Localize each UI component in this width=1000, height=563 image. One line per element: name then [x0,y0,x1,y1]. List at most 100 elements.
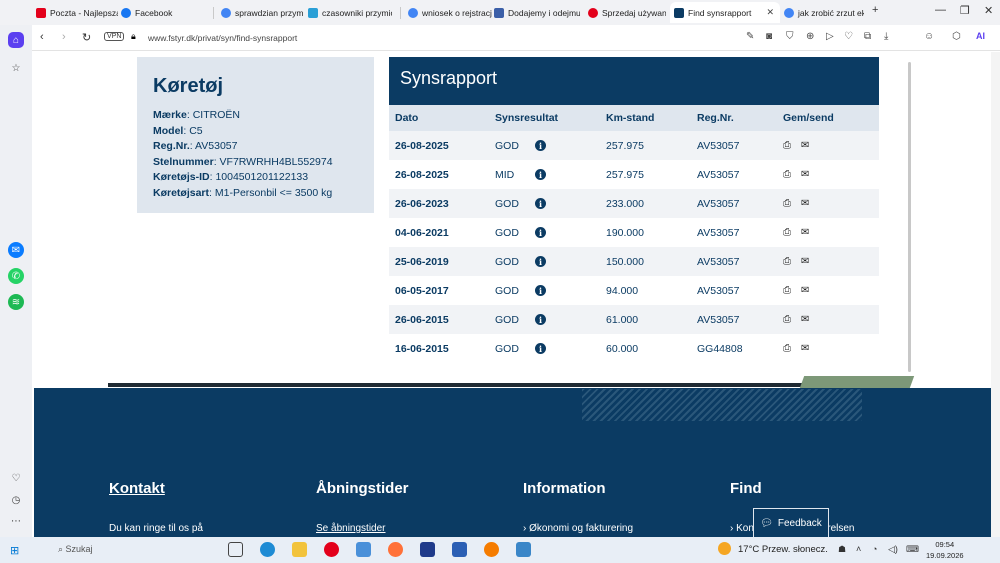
tab-czasowniki[interactable]: czasowniki przymio [308,2,392,23]
footer-info-link[interactable]: › Økonomi og fakturering [523,523,633,534]
people-icon[interactable]: ☗ [838,544,846,555]
home-icon[interactable]: ⌂ [8,32,24,48]
extensions-icon[interactable]: ⧉ [864,31,871,42]
download-report-icon[interactable]: ⎙ [783,169,791,180]
tab-sprawdzian[interactable]: sprawdzian przymio [221,2,303,23]
scrollbar[interactable] [908,62,911,372]
forward-icon[interactable]: › [62,31,66,43]
info-icon[interactable]: i [535,169,546,180]
cell-km: 150.000 [606,255,644,268]
tab-find-synsrapport[interactable]: Find synsrapport ✕ [670,2,780,23]
page-scrollbar[interactable] [991,52,1000,537]
row-value: VF7RWRHH4BL552974 [219,155,333,168]
share-icon[interactable]: ⊕ [806,31,814,42]
spotify-icon[interactable]: ≋ [8,294,24,310]
url-field[interactable]: www.fstyr.dk/privat/syn/find-synsrapport [148,33,297,43]
edge-icon[interactable] [260,542,275,557]
ai-button[interactable]: AI [976,31,985,41]
info-icon[interactable]: i [535,314,546,325]
camera-icon[interactable]: ◙ [766,31,772,42]
time: 09:54 [935,540,955,549]
tab-dodajemy[interactable]: Dodajemy i odejmu [494,2,580,23]
download-report-icon[interactable]: ⎙ [783,314,791,325]
aria-icon[interactable]: ⬡ [952,31,961,42]
language-icon[interactable]: ⌨ [906,544,919,555]
close-window-icon[interactable]: ✕ [984,4,993,17]
volume-icon[interactable]: ◁) [888,544,898,555]
footer-kontakt-link[interactable]: Kontakt [109,480,165,497]
row-label: Mærke [153,109,187,121]
chevron-up-icon[interactable]: ˄ [856,544,861,554]
send-mail-icon[interactable]: ✉ [801,285,809,296]
send-mail-icon[interactable]: ✉ [801,169,809,180]
info-icon[interactable]: i [535,256,546,267]
edit-icon[interactable]: ✎ [746,31,754,42]
explorer-icon[interactable] [292,542,307,557]
vpn-badge[interactable]: VPN [104,32,125,41]
send-mail-icon[interactable]: ✉ [801,198,809,209]
maximize-icon[interactable]: ❐ [960,4,970,17]
reload-icon[interactable]: ↻ [82,31,91,44]
taskbar-search[interactable]: ⌕ Szukaj [30,541,200,559]
download-report-icon[interactable]: ⎙ [783,198,791,209]
send-mail-icon[interactable]: ✉ [801,343,809,354]
tab-jak-zrobic[interactable]: jak zrobić zrzut ekr [784,2,864,23]
download-report-icon[interactable]: ⎙ [783,227,791,238]
firefox-icon[interactable] [388,542,403,557]
info-icon[interactable]: i [535,285,546,296]
history-icon[interactable]: ◷ [8,492,24,508]
cell-km: 257.975 [606,168,644,181]
minimize-icon[interactable]: — [935,4,946,16]
tab-facebook[interactable]: Facebook [121,2,209,23]
heart-icon[interactable]: ♡ [844,31,853,42]
more-icon[interactable]: ⋯ [8,513,24,529]
info-icon[interactable]: i [535,140,546,151]
send-mail-icon[interactable]: ✉ [801,140,809,151]
document-icon[interactable] [452,542,467,557]
clock[interactable]: 09:54 19.09.2026 [926,539,964,561]
footer-kontakt-text: Du kan ringe til os på [109,523,203,534]
send-mail-icon[interactable]: ✉ [801,256,809,267]
chat-icon: 💬︎ [760,517,773,529]
task-view-icon[interactable] [228,542,243,557]
pinboard-icon[interactable]: ☆ [8,60,24,76]
app-icon[interactable] [356,542,371,557]
play-icon[interactable]: ▷ [826,31,834,42]
whatsapp-icon[interactable]: ✆ [8,268,24,284]
tab-poczta[interactable]: Poczta - Najlepsza [36,2,118,23]
avast-icon[interactable] [484,542,499,557]
wifi-icon[interactable]: ◔ [872,544,877,554]
download-report-icon[interactable]: ⎙ [783,256,791,267]
fstyr-icon [674,7,684,18]
app-icon[interactable] [420,542,435,557]
send-mail-icon[interactable]: ✉ [801,314,809,325]
cell-km: 257.975 [606,139,644,152]
download-report-icon[interactable]: ⎙ [783,285,791,296]
info-icon[interactable]: i [535,227,546,238]
download-icon[interactable]: ⤓ [884,31,888,42]
taskbar: ⊞ ⌕ Szukaj 17°C Przew. słonecz. ☗ ˄ ◔ ◁)… [0,537,1000,563]
info-icon[interactable]: i [535,343,546,354]
download-report-icon[interactable]: ⎙ [783,140,791,151]
table-row: 26-06-2015 GOD i 61.000 AV53057 ⎙ ✉ [389,305,879,334]
feedback-button[interactable]: 💬︎ Feedback [753,508,829,537]
back-icon[interactable]: ‹ [40,31,44,43]
info-icon[interactable]: i [535,198,546,209]
messenger-icon[interactable]: ✉ [8,242,24,258]
photos-icon[interactable] [516,542,531,557]
new-tab-icon[interactable]: + [872,4,878,16]
opera-icon[interactable] [324,542,339,557]
start-icon[interactable]: ⊞ [10,544,19,557]
weather-text[interactable]: 17°C Przew. słonecz. [738,544,828,555]
table-row: 26-06-2023 GOD i 233.000 AV53057 ⎙ ✉ [389,189,879,218]
heart-icon[interactable]: ♡ [8,470,24,486]
tab-wniosek[interactable]: wniosek o rejstracje [408,2,492,23]
shield-icon[interactable]: ⛉ [786,31,794,42]
send-mail-icon[interactable]: ✉ [801,227,809,238]
footer-abning-link[interactable]: Se åbningstider [316,523,386,534]
tab-sprzedaj[interactable]: Sprzedaj używane ( [588,2,666,23]
close-tab-icon[interactable]: ✕ [766,7,774,18]
profile-icon[interactable]: ☺ [924,31,934,42]
download-report-icon[interactable]: ⎙ [783,343,791,354]
lock-icon[interactable]: 🔒︎ [131,31,136,42]
